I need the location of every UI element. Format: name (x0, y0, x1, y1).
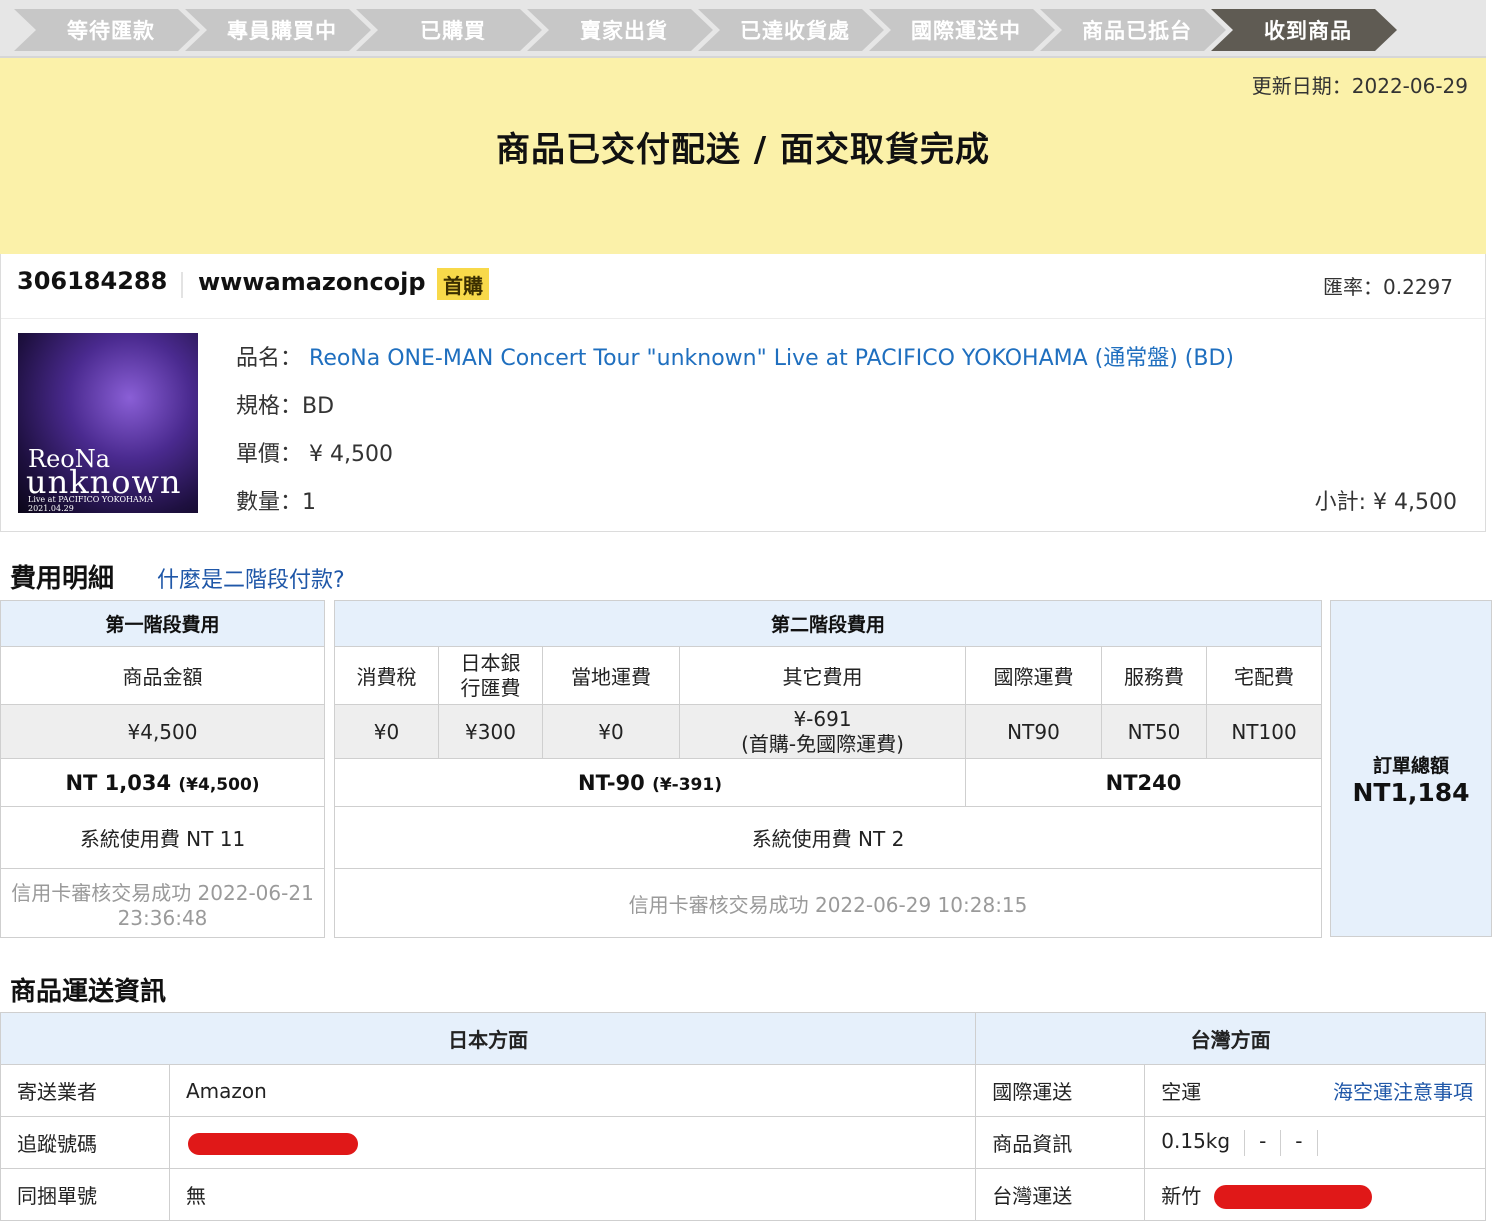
redaction-mark (188, 1132, 358, 1155)
divider (1316, 1129, 1318, 1156)
stage2-system-fee: 系統使用費 NT 2 (334, 806, 1322, 869)
stage2-payment-status: 信用卡審核交易成功 2022-06-29 10:28:15 (334, 868, 1322, 938)
step-seller-shipped: 賣家出貨 (527, 9, 713, 51)
shipping-table: 日本方面 台灣方面 寄送業者 Amazon 國際運送 空運 海空運注意事項 追蹤… (0, 1012, 1486, 1221)
stage2-subtotal-a-nt: NT-90 (578, 770, 645, 795)
tracking-value (168, 1116, 977, 1169)
intl-shipping-value: 空運 (1161, 1080, 1202, 1104)
stage2-subtotal-a: NT-90 (¥-391) (334, 758, 966, 807)
carrier-value: Amazon (168, 1064, 977, 1117)
stage2-header: 第二階段費用 (334, 600, 1322, 647)
intl-shipping-label: 國際運送 (975, 1064, 1146, 1117)
stage1-payment-status: 信用卡審核交易成功 2022-06-21 23:36:48 (0, 868, 325, 938)
shipping-notice-link[interactable]: 海空運注意事項 (1333, 1076, 1473, 1105)
combined-order-label: 同捆單號 (0, 1168, 170, 1221)
order-total-label: 訂單總額 (1372, 754, 1449, 777)
cover-subtitle: Live at PACIFICO YOKOHAMA 2021.04.29 (28, 495, 153, 513)
update-date: 更新日期：2022-06-29 (1251, 74, 1468, 98)
status-banner: 更新日期：2022-06-29 商品已交付配送 / 面交取貨完成 (0, 58, 1486, 254)
divider (181, 272, 183, 298)
product-info-value: 0.15kg - - (1144, 1116, 1486, 1169)
product-price: 單價： ¥ 4,500 (236, 442, 393, 467)
product-subtotal: 小計: ¥ 4,500 (1314, 490, 1457, 515)
step-received: 收到商品 (1211, 9, 1397, 51)
stage1-total-nt: NT 1,034 (65, 770, 172, 795)
order-header: 306184288 wwwamazoncojp 首購 匯率：0.2297 (1, 254, 1485, 319)
product-dimension-1: - (1259, 1129, 1267, 1154)
order-id: 306184288 (17, 267, 168, 295)
service-fee-header: 服務費 (1101, 646, 1207, 705)
progress-steps: 等待匯款 專員購買中 已購買 賣家出貨 已達收貨處 國際運送中 商品已抵台 收到… (0, 0, 1486, 58)
product-name-label: 品名： (236, 346, 303, 371)
shipping-title: 商品運送資訊 (10, 977, 167, 1007)
product-dimension-2: - (1295, 1129, 1303, 1154)
step-arrived-warehouse: 已達收貨處 (698, 9, 884, 51)
tracking-label: 追蹤號碼 (0, 1116, 170, 1169)
stage1-fee-table: 第一階段費用 商品金額 ¥4,500 NT 1,034 (¥4,500) 系統使… (0, 600, 325, 938)
bank-fee-header-line1: 日本銀 (460, 650, 521, 675)
other-fees-header: 其它費用 (679, 646, 966, 705)
status-message: 商品已交付配送 / 面交取貨完成 (495, 130, 991, 170)
stage1-total: NT 1,034 (¥4,500) (0, 758, 325, 807)
local-shipping-header: 當地運費 (542, 646, 680, 705)
taiwan-delivery-value: 新竹 (1144, 1168, 1486, 1221)
product-cover-image[interactable]: ReoNa unknown Live at PACIFICO YOKOHAMA … (18, 333, 198, 513)
step-purchasing: 專員購買中 (185, 9, 371, 51)
taiwan-carrier: 新竹 (1161, 1183, 1202, 1208)
stage1-total-jpy: (¥4,500) (178, 774, 260, 795)
product-name-link[interactable]: ReoNa ONE-MAN Concert Tour "unknown" Liv… (309, 346, 1234, 371)
first-purchase-badge: 首購 (437, 268, 489, 300)
carrier-label: 寄送業者 (0, 1064, 170, 1117)
two-stage-payment-help-link[interactable]: 什麼是二階段付款? (157, 562, 345, 594)
product-spec: 規格：BD (236, 394, 335, 419)
item-amount-header: 商品金額 (0, 646, 325, 705)
product-info-label: 商品資訊 (975, 1116, 1146, 1169)
intl-shipping-method: 空運 海空運注意事項 (1144, 1064, 1486, 1117)
intl-shipping-header: 國際運費 (965, 646, 1102, 705)
store-name: wwwamazoncojp (198, 268, 426, 296)
stage1-system-fee: 系統使用費 NT 11 (0, 806, 325, 869)
service-fee-value: NT50 (1101, 704, 1207, 759)
stage2-fee-table: 第二階段費用 消費稅 日本銀 行匯費 當地運費 其它費用 國際運費 服務費 宅配… (334, 600, 1322, 938)
japan-side-header: 日本方面 (0, 1012, 977, 1065)
combined-order-value: 無 (168, 1168, 977, 1221)
intl-shipping-value: NT90 (965, 704, 1102, 759)
stage2-subtotal-a-jpy: (¥-391) (652, 774, 722, 795)
product-quantity: 數量：1 (236, 490, 316, 515)
divider (1280, 1129, 1282, 1156)
order-total-value: NT1,184 (1352, 777, 1470, 807)
other-fees-note: (首購-免國際運費) (741, 731, 904, 756)
item-amount-value: ¥4,500 (0, 704, 325, 759)
step-international-shipping: 國際運送中 (869, 9, 1055, 51)
exchange-rate: 匯率：0.2297 (1323, 275, 1453, 299)
stage2-subtotal-b: NT240 (965, 758, 1322, 807)
order-card: 306184288 wwwamazoncojp 首購 匯率：0.2297 Reo… (0, 254, 1486, 532)
redaction-mark (1213, 1185, 1372, 1210)
divider (1244, 1129, 1246, 1156)
stage1-header: 第一階段費用 (0, 600, 325, 647)
other-fees-amount: ¥-691 (793, 706, 852, 731)
delivery-fee-header: 宅配費 (1206, 646, 1322, 705)
step-arrived-taiwan: 商品已抵台 (1040, 9, 1226, 51)
stage1-status-line2: 23:36:48 (117, 905, 208, 930)
bank-fee-value: ¥300 (438, 704, 543, 759)
bank-fee-header: 日本銀 行匯費 (438, 646, 543, 705)
taiwan-delivery-label: 台灣運送 (975, 1168, 1146, 1221)
step-purchased: 已購買 (356, 9, 542, 51)
step-waiting-payment: 等待匯款 (14, 9, 200, 51)
product-name-line: 品名： ReoNa ONE-MAN Concert Tour "unknown"… (236, 340, 1234, 372)
other-fees-value: ¥-691 (首購-免國際運費) (679, 704, 966, 759)
consumption-tax-header: 消費稅 (334, 646, 439, 705)
stage1-status-line1: 信用卡審核交易成功 2022-06-21 (11, 880, 314, 905)
bank-fee-header-line2: 行匯費 (460, 675, 521, 700)
local-shipping-value: ¥0 (542, 704, 680, 759)
product-weight: 0.15kg (1161, 1129, 1231, 1154)
taiwan-side-header: 台灣方面 (975, 1012, 1486, 1065)
order-total-box: 訂單總額 NT1,184 (1330, 600, 1492, 937)
consumption-tax-value: ¥0 (334, 704, 439, 759)
delivery-fee-value: NT100 (1206, 704, 1322, 759)
fees-title: 費用明細 (10, 564, 115, 594)
